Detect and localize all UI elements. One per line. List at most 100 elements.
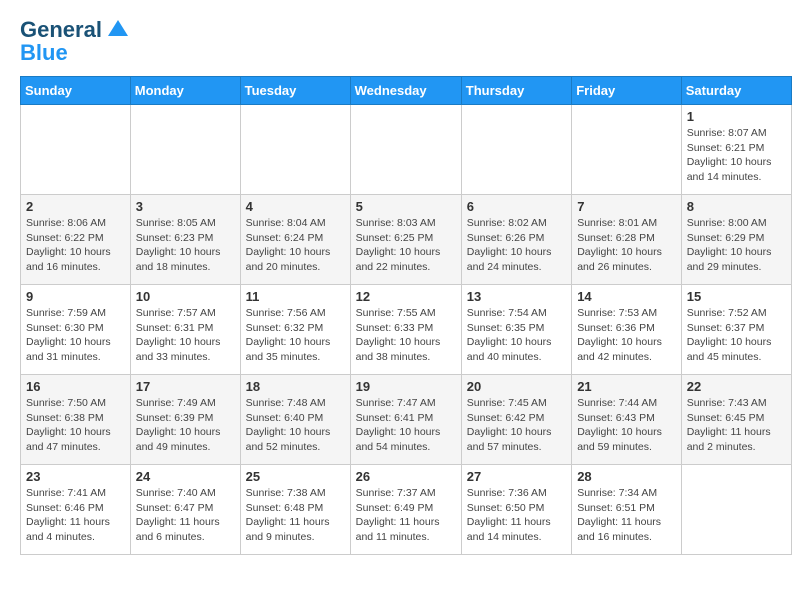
calendar-cell xyxy=(21,105,131,195)
calendar-cell xyxy=(572,105,682,195)
col-header-friday: Friday xyxy=(572,77,682,105)
calendar-cell: 7 Sunrise: 8:01 AM Sunset: 6:28 PM Daylig… xyxy=(572,195,682,285)
calendar-cell: 25 Sunrise: 7:38 AM Sunset: 6:48 PM Dayli… xyxy=(240,465,350,555)
day-info: Sunrise: 8:00 AM Sunset: 6:29 PM Dayligh… xyxy=(687,216,786,275)
day-number: 5 xyxy=(356,199,456,214)
col-header-monday: Monday xyxy=(130,77,240,105)
calendar-cell xyxy=(350,105,461,195)
day-number: 26 xyxy=(356,469,456,484)
day-number: 11 xyxy=(246,289,345,304)
day-number: 1 xyxy=(687,109,786,124)
day-info: Sunrise: 7:36 AM Sunset: 6:50 PM Dayligh… xyxy=(467,486,566,545)
day-number: 2 xyxy=(26,199,125,214)
day-info: Sunrise: 7:41 AM Sunset: 6:46 PM Dayligh… xyxy=(26,486,125,545)
calendar-cell: 16 Sunrise: 7:50 AM Sunset: 6:38 PM Dayli… xyxy=(21,375,131,465)
day-number: 10 xyxy=(136,289,235,304)
calendar-cell: 1 Sunrise: 8:07 AM Sunset: 6:21 PM Daylig… xyxy=(681,105,791,195)
day-number: 20 xyxy=(467,379,566,394)
day-number: 12 xyxy=(356,289,456,304)
calendar-cell: 19 Sunrise: 7:47 AM Sunset: 6:41 PM Dayli… xyxy=(350,375,461,465)
logo-icon xyxy=(104,16,132,44)
calendar-body: 1 Sunrise: 8:07 AM Sunset: 6:21 PM Daylig… xyxy=(21,105,792,555)
calendar-cell xyxy=(681,465,791,555)
day-number: 23 xyxy=(26,469,125,484)
day-info: Sunrise: 7:38 AM Sunset: 6:48 PM Dayligh… xyxy=(246,486,345,545)
day-number: 18 xyxy=(246,379,345,394)
calendar-container: SundayMondayTuesdayWednesdayThursdayFrid… xyxy=(0,76,792,565)
calendar-table: SundayMondayTuesdayWednesdayThursdayFrid… xyxy=(20,76,792,555)
day-number: 7 xyxy=(577,199,676,214)
col-header-thursday: Thursday xyxy=(461,77,571,105)
day-info: Sunrise: 8:07 AM Sunset: 6:21 PM Dayligh… xyxy=(687,126,786,185)
day-info: Sunrise: 7:50 AM Sunset: 6:38 PM Dayligh… xyxy=(26,396,125,455)
day-info: Sunrise: 7:43 AM Sunset: 6:45 PM Dayligh… xyxy=(687,396,786,455)
calendar-cell: 23 Sunrise: 7:41 AM Sunset: 6:46 PM Dayli… xyxy=(21,465,131,555)
day-info: Sunrise: 7:48 AM Sunset: 6:40 PM Dayligh… xyxy=(246,396,345,455)
calendar-cell: 22 Sunrise: 7:43 AM Sunset: 6:45 PM Dayli… xyxy=(681,375,791,465)
day-info: Sunrise: 7:47 AM Sunset: 6:41 PM Dayligh… xyxy=(356,396,456,455)
col-header-saturday: Saturday xyxy=(681,77,791,105)
calendar-cell: 17Sunrise: 7:49 AM Sunset: 6:39 PM Dayli… xyxy=(130,375,240,465)
day-number: 6 xyxy=(467,199,566,214)
calendar-cell: 12 Sunrise: 7:55 AM Sunset: 6:33 PM Dayli… xyxy=(350,285,461,375)
day-info: Sunrise: 7:56 AM Sunset: 6:32 PM Dayligh… xyxy=(246,306,345,365)
day-number: 24 xyxy=(136,469,235,484)
day-number: 4 xyxy=(246,199,345,214)
calendar-cell: 8Sunrise: 8:00 AM Sunset: 6:29 PM Daylig… xyxy=(681,195,791,285)
col-header-tuesday: Tuesday xyxy=(240,77,350,105)
day-info: Sunrise: 7:57 AM Sunset: 6:31 PM Dayligh… xyxy=(136,306,235,365)
day-info: Sunrise: 7:54 AM Sunset: 6:35 PM Dayligh… xyxy=(467,306,566,365)
day-number: 16 xyxy=(26,379,125,394)
day-number: 9 xyxy=(26,289,125,304)
day-info: Sunrise: 7:59 AM Sunset: 6:30 PM Dayligh… xyxy=(26,306,125,365)
calendar-cell: 26 Sunrise: 7:37 AM Sunset: 6:49 PM Dayli… xyxy=(350,465,461,555)
day-info: Sunrise: 8:06 AM Sunset: 6:22 PM Dayligh… xyxy=(26,216,125,275)
calendar-cell xyxy=(130,105,240,195)
day-info: Sunrise: 7:45 AM Sunset: 6:42 PM Dayligh… xyxy=(467,396,566,455)
calendar-cell: 3Sunrise: 8:05 AM Sunset: 6:23 PM Daylig… xyxy=(130,195,240,285)
day-info: Sunrise: 7:44 AM Sunset: 6:43 PM Dayligh… xyxy=(577,396,676,455)
day-number: 14 xyxy=(577,289,676,304)
day-info: Sunrise: 7:37 AM Sunset: 6:49 PM Dayligh… xyxy=(356,486,456,545)
day-info: Sunrise: 7:49 AM Sunset: 6:39 PM Dayligh… xyxy=(136,396,235,455)
calendar-cell: 2 Sunrise: 8:06 AM Sunset: 6:22 PM Daylig… xyxy=(21,195,131,285)
day-number: 19 xyxy=(356,379,456,394)
calendar-cell: 9 Sunrise: 7:59 AM Sunset: 6:30 PM Daylig… xyxy=(21,285,131,375)
calendar-cell: 28 Sunrise: 7:34 AM Sunset: 6:51 PM Dayli… xyxy=(572,465,682,555)
day-number: 27 xyxy=(467,469,566,484)
calendar-cell: 14 Sunrise: 7:53 AM Sunset: 6:36 PM Dayli… xyxy=(572,285,682,375)
calendar-cell: 11 Sunrise: 7:56 AM Sunset: 6:32 PM Dayli… xyxy=(240,285,350,375)
calendar-cell: 5 Sunrise: 8:03 AM Sunset: 6:25 PM Daylig… xyxy=(350,195,461,285)
day-number: 25 xyxy=(246,469,345,484)
calendar-cell xyxy=(461,105,571,195)
day-number: 15 xyxy=(687,289,786,304)
calendar-cell: 10 Sunrise: 7:57 AM Sunset: 6:31 PM Dayli… xyxy=(130,285,240,375)
calendar-cell: 6Sunrise: 8:02 AM Sunset: 6:26 PM Daylig… xyxy=(461,195,571,285)
calendar-cell: 15 Sunrise: 7:52 AM Sunset: 6:37 PM Dayli… xyxy=(681,285,791,375)
day-number: 13 xyxy=(467,289,566,304)
calendar-cell: 18 Sunrise: 7:48 AM Sunset: 6:40 PM Dayli… xyxy=(240,375,350,465)
calendar-cell xyxy=(240,105,350,195)
day-info: Sunrise: 7:40 AM Sunset: 6:47 PM Dayligh… xyxy=(136,486,235,545)
day-number: 28 xyxy=(577,469,676,484)
day-info: Sunrise: 7:53 AM Sunset: 6:36 PM Dayligh… xyxy=(577,306,676,365)
calendar-cell: 24 Sunrise: 7:40 AM Sunset: 6:47 PM Dayli… xyxy=(130,465,240,555)
col-header-sunday: Sunday xyxy=(21,77,131,105)
day-info: Sunrise: 7:52 AM Sunset: 6:37 PM Dayligh… xyxy=(687,306,786,365)
calendar-cell: 27 Sunrise: 7:36 AM Sunset: 6:50 PM Dayli… xyxy=(461,465,571,555)
calendar-cell: 13 Sunrise: 7:54 AM Sunset: 6:35 PM Dayli… xyxy=(461,285,571,375)
calendar-cell: 21 Sunrise: 7:44 AM Sunset: 6:43 PM Dayli… xyxy=(572,375,682,465)
col-header-wednesday: Wednesday xyxy=(350,77,461,105)
day-info: Sunrise: 8:04 AM Sunset: 6:24 PM Dayligh… xyxy=(246,216,345,275)
day-info: Sunrise: 7:34 AM Sunset: 6:51 PM Dayligh… xyxy=(577,486,676,545)
calendar-cell: 20 Sunrise: 7:45 AM Sunset: 6:42 PM Dayli… xyxy=(461,375,571,465)
day-info: Sunrise: 8:01 AM Sunset: 6:28 PM Dayligh… xyxy=(577,216,676,275)
calendar-cell: 4 Sunrise: 8:04 AM Sunset: 6:24 PM Daylig… xyxy=(240,195,350,285)
day-info: Sunrise: 8:05 AM Sunset: 6:23 PM Dayligh… xyxy=(136,216,235,275)
day-info: Sunrise: 7:55 AM Sunset: 6:33 PM Dayligh… xyxy=(356,306,456,365)
page-header: General Blue xyxy=(0,0,792,76)
day-number: 22 xyxy=(687,379,786,394)
day-info: Sunrise: 8:03 AM Sunset: 6:25 PM Dayligh… xyxy=(356,216,456,275)
day-number: 21 xyxy=(577,379,676,394)
logo: General Blue xyxy=(20,16,132,66)
